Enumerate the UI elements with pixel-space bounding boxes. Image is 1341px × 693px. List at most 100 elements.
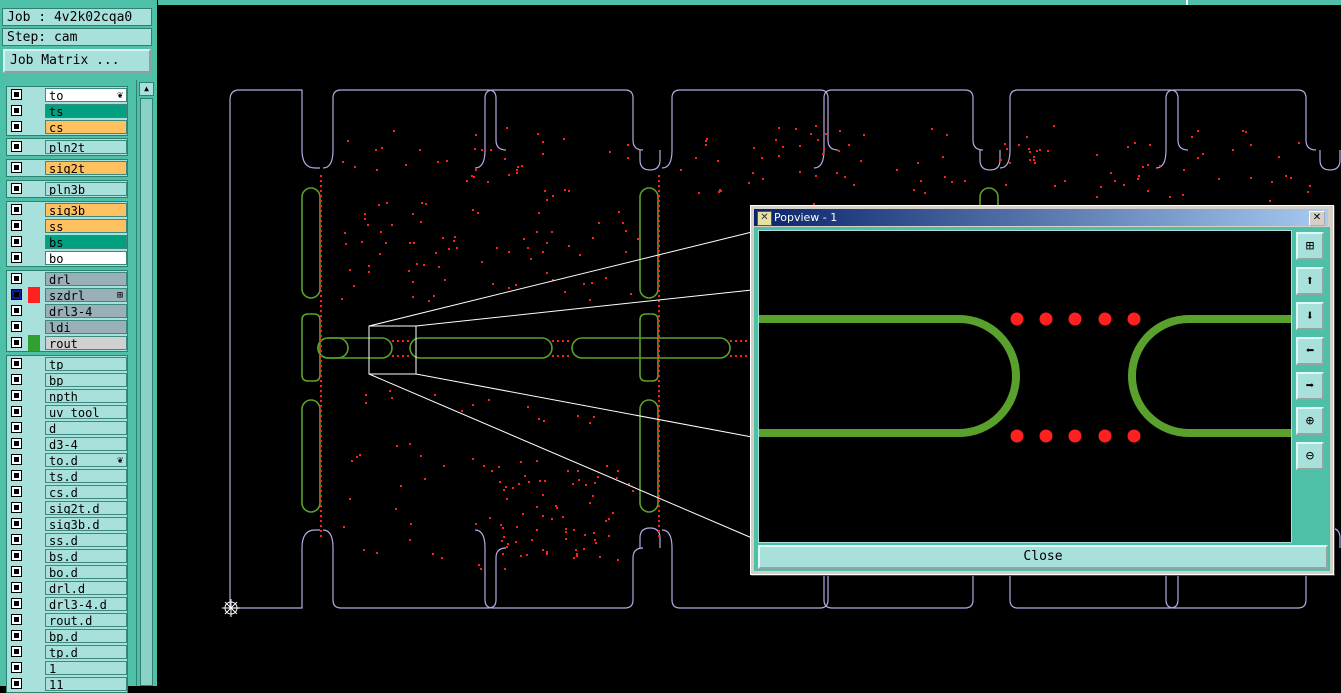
layer-checkbox[interactable] [11,121,22,132]
layer-name[interactable]: bs [45,235,127,249]
layer-name[interactable]: uv_tool [45,405,127,419]
layer-name[interactable]: drl3-4.d [45,597,127,611]
layer-checkbox[interactable] [11,566,22,577]
layer-name[interactable]: sig3b.d [45,517,127,531]
pan-left-icon[interactable]: ⬅ [1296,337,1324,365]
layer-row-drl.d[interactable]: drl.d [7,580,129,596]
popview-title-bar[interactable]: ✕ Popview - 1 ✕ [754,209,1328,226]
layer-checkbox[interactable] [11,582,22,593]
close-button[interactable]: Close [758,545,1328,569]
layer-name[interactable]: bs.d [45,549,127,563]
layer-row-drl3-4.d[interactable]: drl3-4.d [7,596,129,612]
scroll-thumb[interactable] [140,98,153,686]
popview-zoom-view[interactable] [758,230,1292,543]
layer-row-sig2t[interactable]: sig2t [7,160,129,176]
layer-checkbox[interactable] [11,220,22,231]
layer-checkbox[interactable] [11,550,22,561]
layer-checkbox[interactable] [11,337,22,348]
layer-checkbox[interactable] [11,321,22,332]
layer-row-sig2t.d[interactable]: sig2t.d [7,500,129,516]
layer-name[interactable]: ss [45,219,127,233]
layer-row-rout[interactable]: rout [7,335,129,351]
layer-name[interactable]: cs [45,120,127,134]
layer-list-scrollbar[interactable]: ▲ [136,80,155,686]
layer-row-ts.d[interactable]: ts.d [7,468,129,484]
layer-row-ss.d[interactable]: ss.d [7,532,129,548]
layer-name[interactable]: bo [45,251,127,265]
layer-name[interactable]: bp.d [45,629,127,643]
layer-name[interactable]: to ❦ [45,88,127,102]
layer-checkbox[interactable] [11,486,22,497]
layer-name[interactable]: rout [45,336,127,350]
layer-name[interactable]: 11 [45,677,127,691]
layer-name[interactable]: szdrl ⊞ [45,288,127,302]
layer-row-11[interactable]: 11 [7,676,129,692]
layer-name[interactable]: ldi [45,320,127,334]
layer-checkbox[interactable] [11,646,22,657]
pan-down-icon[interactable]: ⬇ [1296,302,1324,330]
layer-row-to.d[interactable]: to.d ❦ [7,452,129,468]
layer-row-ss[interactable]: ss [7,218,129,234]
layer-row-drl3-4[interactable]: drl3-4 [7,303,129,319]
layer-checkbox[interactable] [11,534,22,545]
layer-checkbox[interactable] [11,273,22,284]
layer-checkbox[interactable] [11,289,22,300]
layer-name[interactable]: sig3b [45,203,127,217]
layer-checkbox[interactable] [11,406,22,417]
layer-row-ldi[interactable]: ldi [7,319,129,335]
layer-name[interactable]: ts.d [45,469,127,483]
layer-name[interactable]: ts [45,104,127,118]
layer-checkbox[interactable] [11,236,22,247]
layer-row-bo[interactable]: bo [7,250,129,266]
layer-checkbox[interactable] [11,630,22,641]
layer-checkbox[interactable] [11,89,22,100]
layer-row-npth[interactable]: npth [7,388,129,404]
layer-row-drl[interactable]: drl [7,271,129,287]
scroll-up-arrow-icon[interactable]: ▲ [139,82,154,96]
layer-row-sig3b.d[interactable]: sig3b.d [7,516,129,532]
layer-row-rout.d[interactable]: rout.d [7,612,129,628]
layer-checkbox[interactable] [11,105,22,116]
layer-name[interactable]: bp [45,373,127,387]
layer-checkbox[interactable] [11,470,22,481]
job-matrix-button[interactable]: Job Matrix ... [3,49,151,73]
pan-up-icon[interactable]: ⬆ [1296,267,1324,295]
layer-row-to[interactable]: to ❦ [7,87,129,103]
layer-row-bs.d[interactable]: bs.d [7,548,129,564]
layer-checkbox[interactable] [11,183,22,194]
layer-name[interactable]: rout.d [45,613,127,627]
popview-window[interactable]: ✕ Popview - 1 ✕ ⊞ ⬆ ⬇ ⬅ ➡ ⊕ ⊖ Close [750,205,1334,575]
layer-name[interactable]: drl.d [45,581,127,595]
layer-name[interactable]: tp [45,357,127,371]
layer-row-bp.d[interactable]: bp.d [7,628,129,644]
layer-checkbox[interactable] [11,162,22,173]
zoom-home-icon[interactable]: ⊞ [1296,232,1324,260]
layer-checkbox[interactable] [11,374,22,385]
layer-checkbox[interactable] [11,454,22,465]
layer-row-bs[interactable]: bs [7,234,129,250]
layer-name[interactable]: ss.d [45,533,127,547]
layer-name[interactable]: sig2t [45,161,127,175]
layer-checkbox[interactable] [11,438,22,449]
layer-row-bo.d[interactable]: bo.d [7,564,129,580]
pan-right-icon[interactable]: ➡ [1296,372,1324,400]
layer-checkbox[interactable] [11,390,22,401]
zoom-in-icon[interactable]: ⊕ [1296,407,1324,435]
layer-row-sig3b[interactable]: sig3b [7,202,129,218]
layer-row-cs.d[interactable]: cs.d [7,484,129,500]
layer-checkbox[interactable] [11,502,22,513]
layer-row-tp.d[interactable]: tp.d [7,644,129,660]
layer-checkbox[interactable] [11,305,22,316]
close-icon[interactable]: ✕ [1309,211,1325,226]
layer-name[interactable]: pln2t [45,140,127,154]
layer-checkbox[interactable] [11,598,22,609]
layer-row-szdrl[interactable]: szdrl ⊞ [7,287,129,303]
layer-name[interactable]: d [45,421,127,435]
layer-row-pln2t[interactable]: pln2t [7,139,129,155]
layer-checkbox[interactable] [11,518,22,529]
layer-row-1[interactable]: 1 [7,660,129,676]
layer-name[interactable]: d3-4 [45,437,127,451]
layer-row-ts[interactable]: ts [7,103,129,119]
layer-name[interactable]: drl [45,272,127,286]
layer-name[interactable]: bo.d [45,565,127,579]
